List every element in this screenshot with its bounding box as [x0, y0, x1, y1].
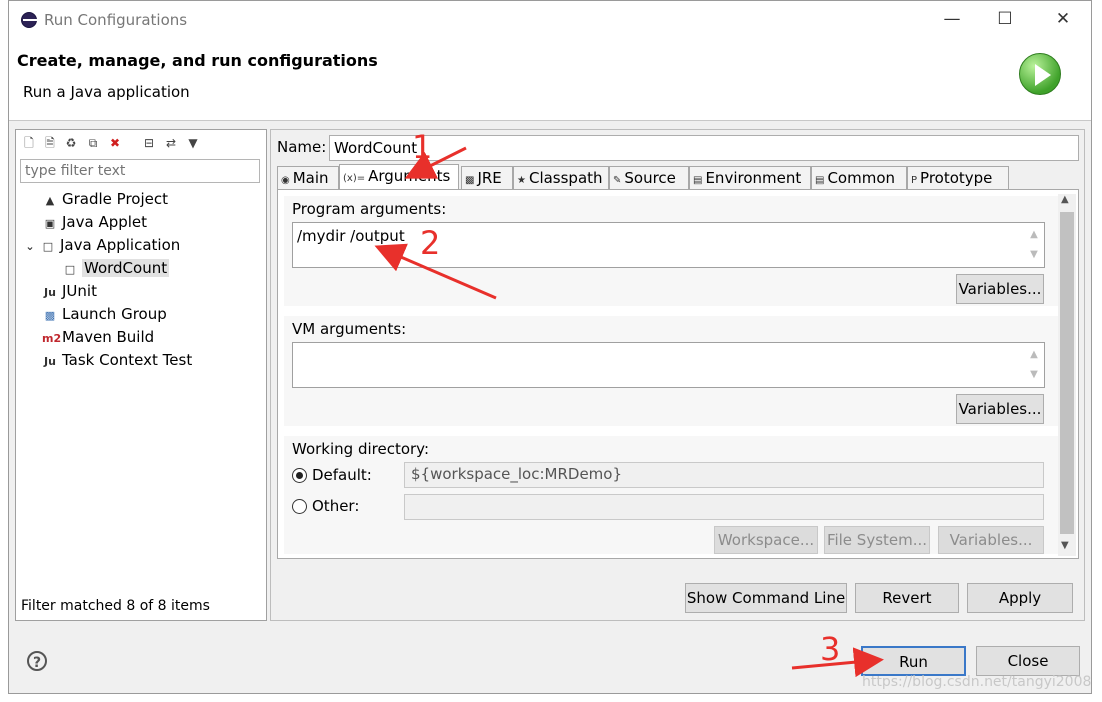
annotation-arrows [374, 146, 884, 678]
annotation-arrow-2 [374, 243, 497, 300]
watermark: https://blog.csdn.net/tangyi2008 [862, 674, 1092, 690]
annotation-arrow-3 [791, 647, 884, 678]
annotation-arrow-1 [404, 146, 467, 179]
